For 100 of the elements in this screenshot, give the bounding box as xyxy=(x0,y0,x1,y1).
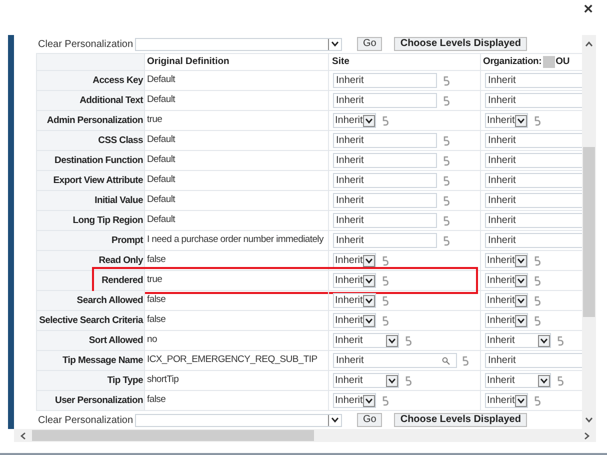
table-cell: Default xyxy=(147,194,176,206)
chevron-down-icon xyxy=(365,398,373,404)
property-label: Prompt xyxy=(112,234,143,246)
dropdown-value: Inherit xyxy=(487,316,515,326)
chevron-down-icon xyxy=(517,118,525,124)
text-field[interactable]: Inherit xyxy=(485,73,582,88)
text-field[interactable]: Inherit xyxy=(333,173,437,188)
dropdown-value: Inherit xyxy=(335,316,363,326)
text-field[interactable]: Inherit xyxy=(333,73,437,88)
property-label: Initial Value xyxy=(94,194,143,206)
text-field[interactable]: Inherit xyxy=(485,233,582,248)
go-button[interactable]: Go xyxy=(357,413,382,427)
text-field[interactable]: Inherit xyxy=(485,213,582,228)
chevron-down-icon xyxy=(517,318,525,324)
property-label: Read Only xyxy=(98,254,143,266)
inherit-dropdown[interactable]: Inherit xyxy=(333,313,376,328)
scroll-up-icon[interactable] xyxy=(585,41,593,47)
inherit-dropdown[interactable]: Inherit xyxy=(485,113,528,128)
vertical-scrollbar[interactable] xyxy=(582,35,596,429)
dropdown-value: Inherit xyxy=(487,276,515,286)
scroll-down-icon[interactable] xyxy=(585,417,593,423)
inherit-dropdown[interactable]: Inherit xyxy=(333,113,376,128)
horizontal-scrollbar[interactable] xyxy=(14,429,596,442)
text-field[interactable]: Inherit xyxy=(485,193,582,208)
text-field[interactable]: Inherit xyxy=(485,153,582,168)
chevron-down-icon xyxy=(365,258,373,264)
column-header: Organization: xyxy=(483,54,542,69)
chevron-down-icon xyxy=(517,258,525,264)
chevron-down-icon xyxy=(365,298,373,304)
property-label: Search Allowed xyxy=(76,294,143,306)
dropdown-value: Inherit xyxy=(487,336,515,346)
inherit-dropdown[interactable]: Inherit xyxy=(333,293,376,308)
table-cell: Default xyxy=(147,74,176,86)
property-label: Sort Allowed xyxy=(88,334,143,346)
personalization-dropdown[interactable] xyxy=(135,414,342,426)
property-label: CSS Class xyxy=(98,134,143,146)
table-cell: true xyxy=(147,274,162,286)
inherit-dropdown[interactable]: Inherit xyxy=(485,253,528,268)
chevron-down-icon xyxy=(331,41,339,47)
column-header: OU xyxy=(556,54,570,69)
table-cell: I need a purchase order number immediately xyxy=(147,234,324,246)
text-field[interactable]: Inherit xyxy=(333,233,437,248)
table-cell: shortTip xyxy=(147,374,179,386)
lookup-field[interactable]: Inherit xyxy=(333,353,457,368)
chevron-down-icon xyxy=(331,417,339,423)
dropdown-value: Inherit xyxy=(487,116,515,126)
choose-levels-button[interactable]: Choose Levels Displayed xyxy=(394,37,527,51)
inherit-dropdown[interactable]: Inherit xyxy=(485,373,551,388)
chevron-down-icon xyxy=(517,398,525,404)
go-button[interactable]: Go xyxy=(357,37,382,51)
choose-levels-button[interactable]: Choose Levels Displayed xyxy=(394,413,527,427)
text-field[interactable]: Inherit xyxy=(333,93,437,108)
table-cell: Default xyxy=(147,94,176,106)
inherit-dropdown[interactable]: Inherit xyxy=(333,333,399,348)
chevron-down-icon xyxy=(365,318,373,324)
dropdown-value: Inherit xyxy=(335,376,363,386)
inherit-dropdown[interactable]: Inherit xyxy=(333,273,376,288)
search-icon[interactable] xyxy=(442,356,450,364)
inherit-dropdown[interactable]: Inherit xyxy=(485,393,528,408)
field-value: Inherit xyxy=(488,356,516,366)
dropdown-value: Inherit xyxy=(335,256,363,266)
chevron-down-icon xyxy=(517,278,525,284)
table-cell: no xyxy=(147,334,157,346)
table-cell: false xyxy=(147,394,166,406)
clear-personalization-label: Clear Personalization xyxy=(37,38,134,52)
property-label: Additional Text xyxy=(80,94,143,106)
table-cell: false xyxy=(147,294,166,306)
inherit-dropdown[interactable]: Inherit xyxy=(333,253,376,268)
text-field[interactable]: Inherit xyxy=(485,93,582,108)
lookup-field[interactable]: Inherit xyxy=(485,353,582,368)
text-field[interactable]: Inherit xyxy=(485,173,582,188)
inherit-dropdown[interactable]: Inherit xyxy=(333,373,399,388)
inherit-dropdown[interactable]: Inherit xyxy=(485,313,528,328)
table-cell: Default xyxy=(147,154,176,166)
column-header: Site xyxy=(328,54,480,70)
property-label: Tip Message Name xyxy=(62,354,143,366)
text-field[interactable]: Inherit xyxy=(333,133,437,148)
inherit-dropdown[interactable]: Inherit xyxy=(485,293,528,308)
text-field[interactable]: Inherit xyxy=(333,213,437,228)
dropdown-value: Inherit xyxy=(487,376,515,386)
dropdown-value: Inherit xyxy=(335,276,363,286)
table-cell: true xyxy=(147,114,162,126)
inherit-dropdown[interactable]: Inherit xyxy=(333,393,376,408)
text-field[interactable]: Inherit xyxy=(485,133,582,148)
scroll-left-icon[interactable] xyxy=(20,432,26,440)
property-label: Admin Personalization xyxy=(46,114,143,126)
scroll-thumb[interactable] xyxy=(583,147,595,317)
text-field[interactable]: Inherit xyxy=(333,153,437,168)
close-button[interactable]: × xyxy=(584,2,593,18)
inherit-dropdown[interactable]: Inherit xyxy=(485,333,551,348)
chevron-down-icon xyxy=(365,118,373,124)
text-field[interactable]: Inherit xyxy=(333,193,437,208)
inherit-dropdown[interactable]: Inherit xyxy=(485,273,528,288)
field-value: Inherit xyxy=(336,356,364,366)
personalization-dropdown[interactable] xyxy=(135,38,342,50)
scroll-right-icon[interactable] xyxy=(584,432,590,440)
table-cell: Default xyxy=(147,134,176,146)
scroll-thumb[interactable] xyxy=(32,430,314,441)
property-label: Rendered xyxy=(102,274,143,286)
table-cell: Default xyxy=(147,174,176,186)
